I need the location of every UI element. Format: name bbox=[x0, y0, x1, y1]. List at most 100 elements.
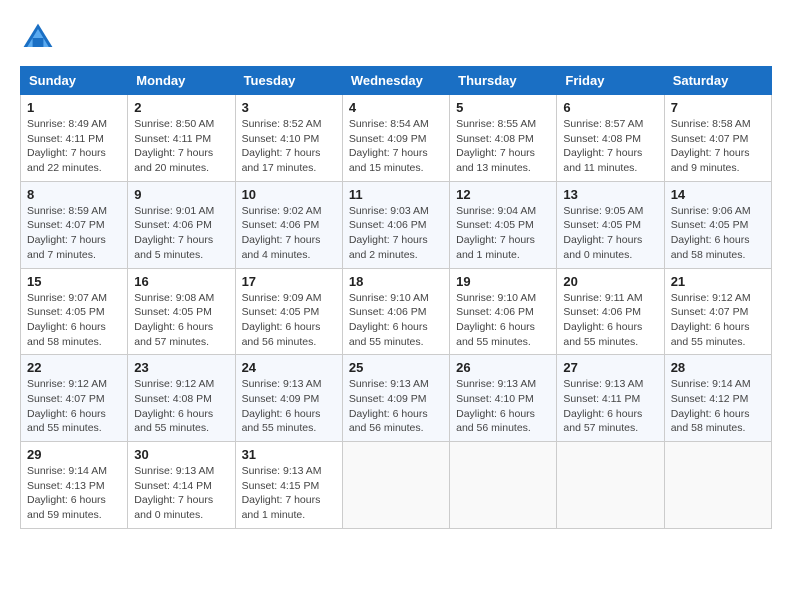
calendar-cell: 11 Sunrise: 9:03 AM Sunset: 4:06 PM Dayli… bbox=[342, 181, 449, 268]
calendar-cell: 30 Sunrise: 9:13 AM Sunset: 4:14 PM Dayli… bbox=[128, 442, 235, 529]
day-number: 28 bbox=[671, 360, 765, 375]
day-number: 29 bbox=[27, 447, 121, 462]
calendar-cell: 20 Sunrise: 9:11 AM Sunset: 4:06 PM Dayli… bbox=[557, 268, 664, 355]
day-info: Sunrise: 8:59 AM Sunset: 4:07 PM Dayligh… bbox=[27, 204, 121, 263]
day-number: 30 bbox=[134, 447, 228, 462]
day-info: Sunrise: 9:13 AM Sunset: 4:09 PM Dayligh… bbox=[242, 377, 336, 436]
day-info: Sunrise: 9:13 AM Sunset: 4:10 PM Dayligh… bbox=[456, 377, 550, 436]
calendar-cell: 16 Sunrise: 9:08 AM Sunset: 4:05 PM Dayli… bbox=[128, 268, 235, 355]
day-number: 14 bbox=[671, 187, 765, 202]
calendar-cell bbox=[664, 442, 771, 529]
day-info: Sunrise: 9:02 AM Sunset: 4:06 PM Dayligh… bbox=[242, 204, 336, 263]
day-info: Sunrise: 9:03 AM Sunset: 4:06 PM Dayligh… bbox=[349, 204, 443, 263]
day-info: Sunrise: 8:49 AM Sunset: 4:11 PM Dayligh… bbox=[27, 117, 121, 176]
calendar-cell: 3Sunrise: 8:52 AM Sunset: 4:10 PM Daylig… bbox=[235, 95, 342, 182]
calendar-cell: 7Sunrise: 8:58 AM Sunset: 4:07 PM Daylig… bbox=[664, 95, 771, 182]
day-info: Sunrise: 9:10 AM Sunset: 4:06 PM Dayligh… bbox=[349, 291, 443, 350]
day-number: 24 bbox=[242, 360, 336, 375]
calendar-week-row: 15Sunrise: 9:07 AM Sunset: 4:05 PM Dayli… bbox=[21, 268, 772, 355]
logo-icon bbox=[20, 20, 56, 56]
day-number: 7 bbox=[671, 100, 765, 115]
day-info: Sunrise: 8:50 AM Sunset: 4:11 PM Dayligh… bbox=[134, 117, 228, 176]
day-number: 2 bbox=[134, 100, 228, 115]
page-header bbox=[20, 20, 772, 56]
weekday-header-friday: Friday bbox=[557, 67, 664, 95]
calendar-week-row: 29 Sunrise: 9:14 AM Sunset: 4:13 PM Dayli… bbox=[21, 442, 772, 529]
day-number: 11 bbox=[349, 187, 443, 202]
day-info: Sunrise: 9:07 AM Sunset: 4:05 PM Dayligh… bbox=[27, 291, 121, 350]
day-number: 3 bbox=[242, 100, 336, 115]
day-number: 12 bbox=[456, 187, 550, 202]
day-info: Sunrise: 9:12 AM Sunset: 4:08 PM Dayligh… bbox=[134, 377, 228, 436]
day-number: 31 bbox=[242, 447, 336, 462]
day-number: 23 bbox=[134, 360, 228, 375]
day-info: Sunrise: 8:54 AM Sunset: 4:09 PM Dayligh… bbox=[349, 117, 443, 176]
day-info: Sunrise: 9:10 AM Sunset: 4:06 PM Dayligh… bbox=[456, 291, 550, 350]
calendar-cell bbox=[342, 442, 449, 529]
calendar-cell: 12 Sunrise: 9:04 AM Sunset: 4:05 PM Dayli… bbox=[450, 181, 557, 268]
calendar-cell: 6 Sunrise: 8:57 AM Sunset: 4:08 PM Daylig… bbox=[557, 95, 664, 182]
day-info: Sunrise: 9:12 AM Sunset: 4:07 PM Dayligh… bbox=[671, 291, 765, 350]
day-info: Sunrise: 9:14 AM Sunset: 4:13 PM Dayligh… bbox=[27, 464, 121, 523]
calendar-cell bbox=[557, 442, 664, 529]
logo bbox=[20, 20, 62, 56]
day-info: Sunrise: 9:09 AM Sunset: 4:05 PM Dayligh… bbox=[242, 291, 336, 350]
day-info: Sunrise: 9:13 AM Sunset: 4:11 PM Dayligh… bbox=[563, 377, 657, 436]
day-number: 5 bbox=[456, 100, 550, 115]
weekday-header-wednesday: Wednesday bbox=[342, 67, 449, 95]
day-number: 16 bbox=[134, 274, 228, 289]
calendar-cell: 5 Sunrise: 8:55 AM Sunset: 4:08 PM Daylig… bbox=[450, 95, 557, 182]
day-number: 18 bbox=[349, 274, 443, 289]
day-info: Sunrise: 9:13 AM Sunset: 4:14 PM Dayligh… bbox=[134, 464, 228, 523]
day-number: 17 bbox=[242, 274, 336, 289]
day-info: Sunrise: 9:04 AM Sunset: 4:05 PM Dayligh… bbox=[456, 204, 550, 263]
day-number: 22 bbox=[27, 360, 121, 375]
day-number: 6 bbox=[563, 100, 657, 115]
calendar-cell: 2 Sunrise: 8:50 AM Sunset: 4:11 PM Daylig… bbox=[128, 95, 235, 182]
day-info: Sunrise: 8:55 AM Sunset: 4:08 PM Dayligh… bbox=[456, 117, 550, 176]
day-info: Sunrise: 9:13 AM Sunset: 4:15 PM Dayligh… bbox=[242, 464, 336, 523]
calendar-cell bbox=[450, 442, 557, 529]
day-info: Sunrise: 9:01 AM Sunset: 4:06 PM Dayligh… bbox=[134, 204, 228, 263]
day-number: 10 bbox=[242, 187, 336, 202]
calendar-week-row: 22Sunrise: 9:12 AM Sunset: 4:07 PM Dayli… bbox=[21, 355, 772, 442]
calendar-cell: 21 Sunrise: 9:12 AM Sunset: 4:07 PM Dayli… bbox=[664, 268, 771, 355]
calendar-header-row: SundayMondayTuesdayWednesdayThursdayFrid… bbox=[21, 67, 772, 95]
calendar-cell: 17 Sunrise: 9:09 AM Sunset: 4:05 PM Dayli… bbox=[235, 268, 342, 355]
calendar-cell: 22Sunrise: 9:12 AM Sunset: 4:07 PM Dayli… bbox=[21, 355, 128, 442]
calendar-cell: 25Sunrise: 9:13 AM Sunset: 4:09 PM Dayli… bbox=[342, 355, 449, 442]
calendar-cell: 24 Sunrise: 9:13 AM Sunset: 4:09 PM Dayli… bbox=[235, 355, 342, 442]
calendar-cell: 27 Sunrise: 9:13 AM Sunset: 4:11 PM Dayli… bbox=[557, 355, 664, 442]
weekday-header-saturday: Saturday bbox=[664, 67, 771, 95]
calendar-cell: 19 Sunrise: 9:10 AM Sunset: 4:06 PM Dayli… bbox=[450, 268, 557, 355]
day-number: 8 bbox=[27, 187, 121, 202]
calendar-cell: 13 Sunrise: 9:05 AM Sunset: 4:05 PM Dayli… bbox=[557, 181, 664, 268]
day-number: 19 bbox=[456, 274, 550, 289]
day-info: Sunrise: 9:11 AM Sunset: 4:06 PM Dayligh… bbox=[563, 291, 657, 350]
calendar-cell: 29 Sunrise: 9:14 AM Sunset: 4:13 PM Dayli… bbox=[21, 442, 128, 529]
calendar-cell: 31 Sunrise: 9:13 AM Sunset: 4:15 PM Dayli… bbox=[235, 442, 342, 529]
weekday-header-thursday: Thursday bbox=[450, 67, 557, 95]
calendar-cell: 18 Sunrise: 9:10 AM Sunset: 4:06 PM Dayli… bbox=[342, 268, 449, 355]
day-number: 21 bbox=[671, 274, 765, 289]
calendar-week-row: 1Sunrise: 8:49 AM Sunset: 4:11 PM Daylig… bbox=[21, 95, 772, 182]
day-info: Sunrise: 9:08 AM Sunset: 4:05 PM Dayligh… bbox=[134, 291, 228, 350]
calendar-cell: 23 Sunrise: 9:12 AM Sunset: 4:08 PM Dayli… bbox=[128, 355, 235, 442]
calendar-cell: 10 Sunrise: 9:02 AM Sunset: 4:06 PM Dayli… bbox=[235, 181, 342, 268]
day-info: Sunrise: 9:13 AM Sunset: 4:09 PM Dayligh… bbox=[349, 377, 443, 436]
calendar-table: SundayMondayTuesdayWednesdayThursdayFrid… bbox=[20, 66, 772, 529]
weekday-header-tuesday: Tuesday bbox=[235, 67, 342, 95]
day-number: 4 bbox=[349, 100, 443, 115]
calendar-cell: 26Sunrise: 9:13 AM Sunset: 4:10 PM Dayli… bbox=[450, 355, 557, 442]
calendar-cell: 8 Sunrise: 8:59 AM Sunset: 4:07 PM Daylig… bbox=[21, 181, 128, 268]
day-info: Sunrise: 9:06 AM Sunset: 4:05 PM Dayligh… bbox=[671, 204, 765, 263]
calendar-cell: 9Sunrise: 9:01 AM Sunset: 4:06 PM Daylig… bbox=[128, 181, 235, 268]
day-number: 20 bbox=[563, 274, 657, 289]
weekday-header-monday: Monday bbox=[128, 67, 235, 95]
day-number: 13 bbox=[563, 187, 657, 202]
calendar-cell: 14 Sunrise: 9:06 AM Sunset: 4:05 PM Dayli… bbox=[664, 181, 771, 268]
day-info: Sunrise: 9:05 AM Sunset: 4:05 PM Dayligh… bbox=[563, 204, 657, 263]
day-number: 27 bbox=[563, 360, 657, 375]
day-info: Sunrise: 8:57 AM Sunset: 4:08 PM Dayligh… bbox=[563, 117, 657, 176]
day-info: Sunrise: 9:14 AM Sunset: 4:12 PM Dayligh… bbox=[671, 377, 765, 436]
